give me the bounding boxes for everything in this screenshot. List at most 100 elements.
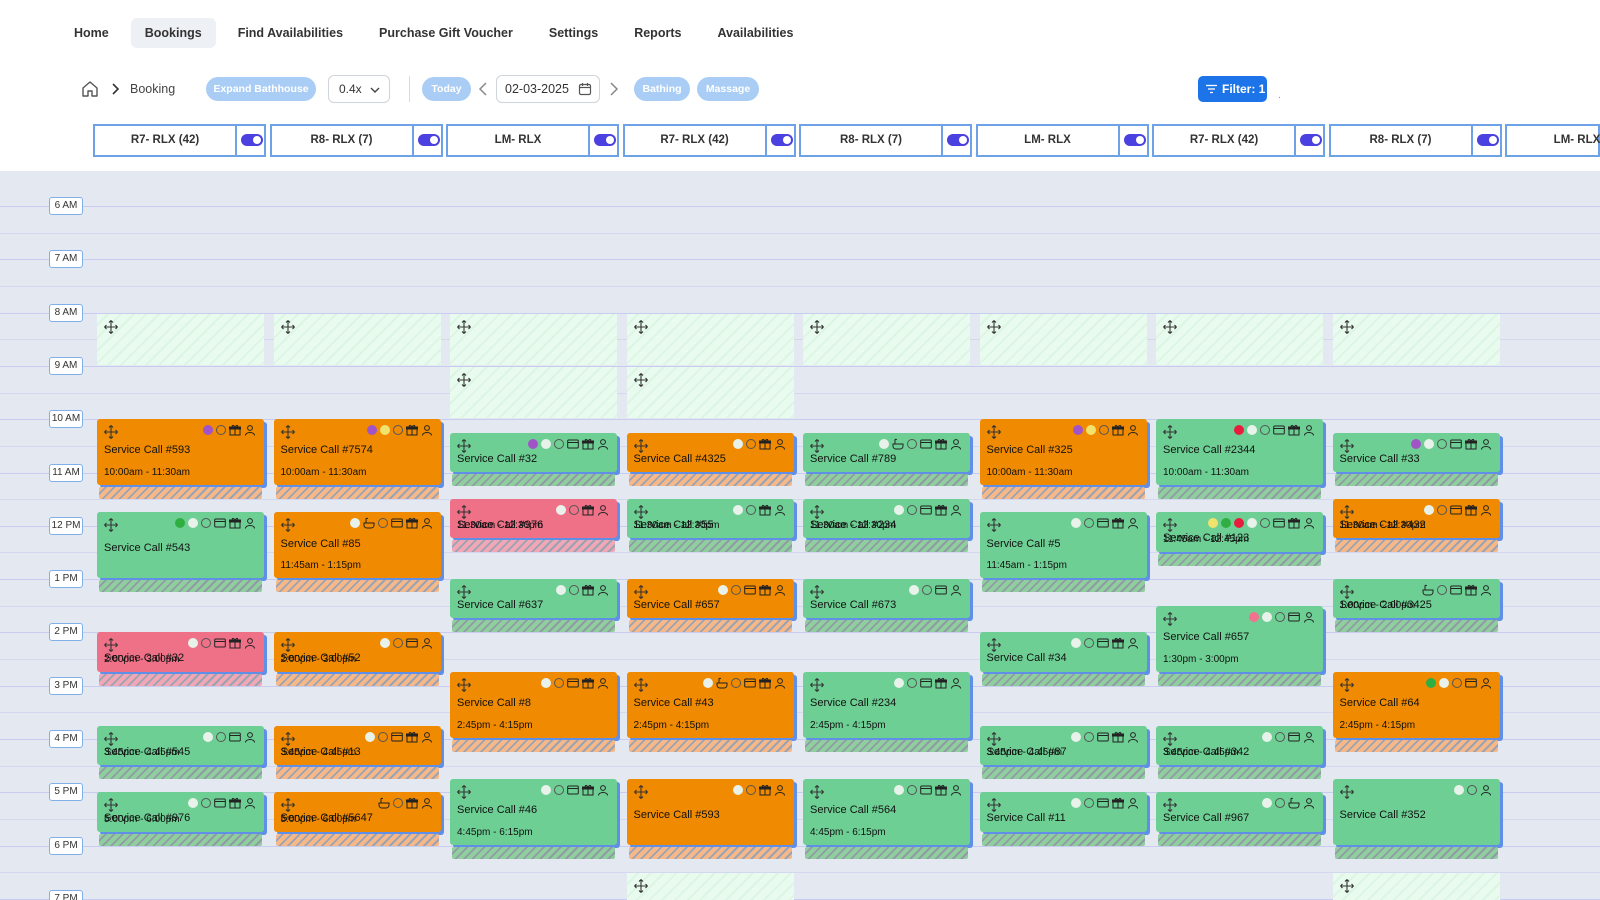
move-icon[interactable] [633, 678, 648, 693]
column-toggle[interactable] [1476, 134, 1499, 146]
move-icon[interactable] [457, 438, 471, 453]
move-icon[interactable] [457, 785, 471, 799]
move-icon[interactable] [104, 731, 118, 746]
move-icon[interactable] [1163, 611, 1177, 626]
booking-card[interactable]: Service Call #2344 10:00am - 11:30am [1156, 419, 1323, 486]
move-icon[interactable] [280, 518, 295, 533]
move-icon[interactable] [1339, 438, 1354, 453]
move-icon[interactable] [1163, 518, 1177, 533]
booking-card[interactable]: Service Call #789 [803, 432, 970, 472]
filter-button[interactable]: Filter: 1 [1198, 76, 1267, 102]
zoom-select[interactable]: 0.4x [328, 75, 390, 103]
booking-card[interactable]: Service Call #976 11:30am - 12:30pm [450, 499, 617, 539]
booking-card[interactable]: Service Call #543 [97, 512, 264, 579]
booking-card[interactable]: Service Call #85 11:45am - 1:15pm [273, 512, 441, 579]
booking-card[interactable]: Service Call #8 2:45pm - 4:15pm [450, 672, 617, 739]
booking-card[interactable]: Service Call #33 [1332, 432, 1500, 472]
move-icon[interactable] [810, 505, 824, 520]
open-slot[interactable] [803, 313, 970, 365]
nav-find-availabilities[interactable]: Find Availabilities [224, 18, 357, 48]
move-icon[interactable] [280, 731, 295, 746]
booking-card[interactable]: Service Call #325 10:00am - 11:30am [979, 419, 1147, 486]
booking-card[interactable]: Service Call #123 11:45am - 12:45pm [1156, 512, 1323, 552]
open-slot[interactable] [1332, 313, 1500, 365]
booking-card[interactable]: Service Call #34 [979, 632, 1147, 672]
booking-card[interactable]: Service Call #234 2:45pm - 4:15pm [803, 672, 970, 739]
move-icon[interactable] [1339, 319, 1354, 334]
booking-card[interactable]: Service Call #13 3:45pm - 4:45pm [273, 725, 441, 765]
move-icon[interactable] [104, 638, 118, 653]
booking-card[interactable]: Service Call #5 11:45am - 1:15pm [979, 512, 1147, 579]
move-icon[interactable] [280, 319, 295, 334]
booking-card[interactable]: Service Call #46 4:45pm - 6:15pm [450, 778, 617, 845]
booking-card[interactable]: Service Call #87 3:45pm - 4:45pm [979, 725, 1147, 765]
booking-card[interactable]: Service Call #637 [450, 579, 617, 619]
move-icon[interactable] [1163, 731, 1177, 746]
move-icon[interactable] [633, 785, 648, 799]
booking-card[interactable]: Service Call #657 [626, 579, 794, 619]
move-icon[interactable] [457, 505, 471, 520]
prev-date-icon[interactable] [477, 81, 491, 97]
booking-card[interactable]: Service Call #673 [803, 579, 970, 619]
move-icon[interactable] [1339, 678, 1354, 693]
booking-card[interactable]: Service Call #43 2:45pm - 4:15pm [626, 672, 794, 739]
booking-card[interactable]: Service Call #3425 1:00pm - 2:00pm [1332, 579, 1500, 619]
move-icon[interactable] [633, 438, 648, 453]
booking-card[interactable]: Service Call #64 2:45pm - 4:15pm [1332, 672, 1500, 739]
move-icon[interactable] [1339, 785, 1354, 799]
move-icon[interactable] [810, 678, 824, 693]
move-icon[interactable] [986, 798, 1001, 813]
move-icon[interactable] [986, 319, 1001, 334]
booking-card[interactable]: Service Call #32 [450, 432, 617, 472]
booking-card[interactable]: Service Call #976 5:00pm - 6:00pm [97, 792, 264, 832]
move-icon[interactable] [280, 638, 295, 653]
open-slot[interactable] [97, 313, 264, 365]
move-icon[interactable] [986, 518, 1001, 533]
move-icon[interactable] [633, 879, 648, 894]
column-toggle[interactable] [1300, 134, 1322, 146]
move-icon[interactable] [457, 585, 471, 599]
booking-card[interactable]: Service Call #32 2:00pm - 3:00pm [97, 632, 264, 672]
booking-card[interactable]: Service Call #657 1:30pm - 3:00pm [1156, 605, 1323, 672]
open-slot[interactable] [1332, 873, 1500, 900]
booking-card[interactable]: Service Call #234 11:30am - 12:30pm [803, 499, 970, 539]
nav-settings[interactable]: Settings [535, 18, 612, 48]
booking-card[interactable]: Service Call #11 [979, 792, 1147, 832]
nav-reports[interactable]: Reports [620, 18, 695, 48]
column-toggle[interactable] [1123, 134, 1146, 146]
nav-bookings[interactable]: Bookings [130, 18, 216, 48]
move-icon[interactable] [633, 319, 648, 334]
move-icon[interactable] [1163, 798, 1177, 813]
move-icon[interactable] [633, 505, 648, 520]
move-icon[interactable] [1163, 425, 1177, 440]
open-slot[interactable] [273, 313, 441, 365]
column-toggle[interactable] [770, 134, 793, 146]
move-icon[interactable] [810, 319, 824, 334]
open-slot[interactable] [979, 313, 1147, 365]
booking-card[interactable]: Service Call #432 11:30am - 12:30pm [1332, 499, 1500, 539]
booking-card[interactable]: Service Call #52 2:00pm - 3:00pm [273, 632, 441, 672]
move-icon[interactable] [457, 373, 471, 387]
move-icon[interactable] [1339, 505, 1354, 520]
move-icon[interactable] [986, 425, 1001, 440]
move-icon[interactable] [1339, 879, 1354, 894]
move-icon[interactable] [280, 425, 295, 440]
move-icon[interactable] [104, 319, 118, 334]
home-icon[interactable] [80, 79, 100, 99]
move-icon[interactable] [986, 731, 1001, 746]
booking-card[interactable]: Service Call #593 [626, 778, 794, 845]
column-toggle[interactable] [947, 134, 969, 146]
move-icon[interactable] [457, 319, 471, 334]
nav-home[interactable]: Home [60, 18, 123, 48]
move-icon[interactable] [633, 585, 648, 599]
booking-card[interactable]: Service Call #967 [1156, 792, 1323, 832]
booking-card[interactable]: Service Call #4325 [626, 432, 794, 472]
move-icon[interactable] [104, 425, 118, 440]
nav-availabilities[interactable]: Availabilities [703, 18, 807, 48]
booking-card[interactable]: Service Call #545 3:45pm - 4:45pm [97, 725, 264, 765]
column-toggle[interactable] [417, 134, 440, 146]
booking-card[interactable]: Service Call #55 11:30am - 12:30pm [626, 499, 794, 539]
open-slot[interactable] [450, 313, 617, 365]
move-icon[interactable] [810, 585, 824, 599]
move-icon[interactable] [810, 785, 824, 799]
